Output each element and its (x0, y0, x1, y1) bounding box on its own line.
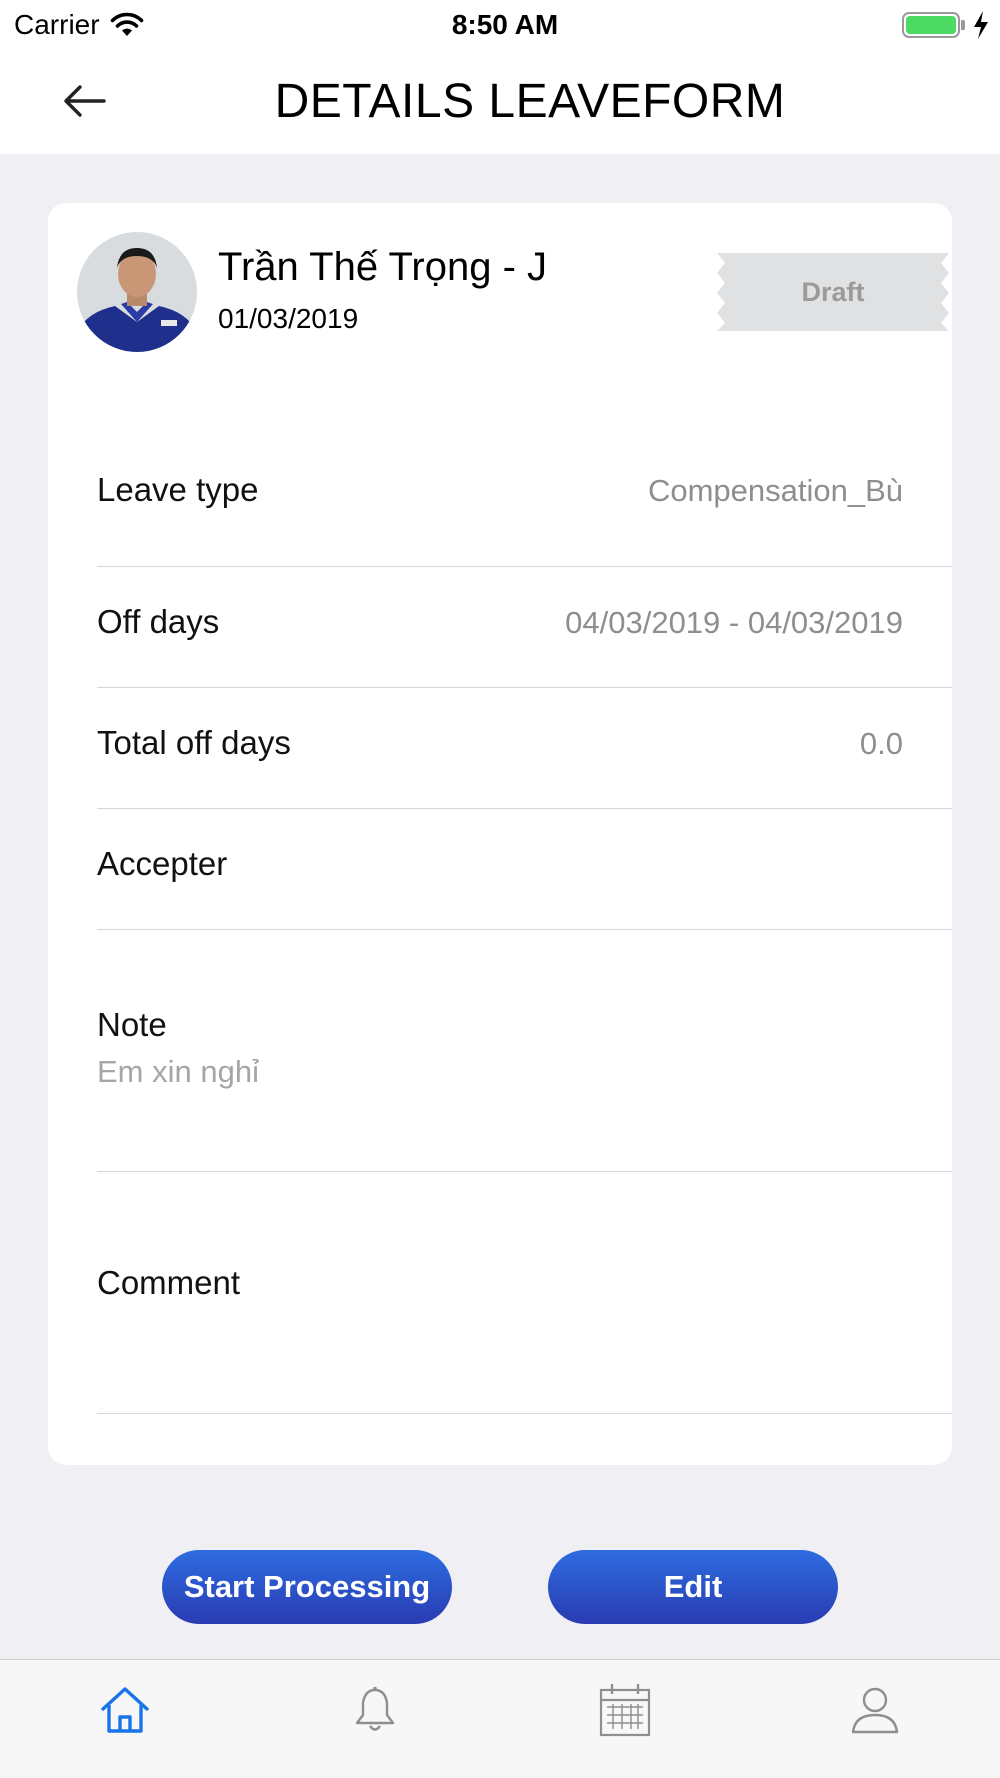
note-value: Em xin nghỉ (97, 1054, 259, 1089)
total-off-days-value: 0.0 (859, 726, 903, 761)
employee-name: Trần Thế Trọng - J (218, 245, 548, 289)
off-days-label: Off days (97, 603, 220, 640)
note-label: Note (97, 1006, 167, 1043)
total-off-days-row: Total off days 0.0 (97, 688, 952, 809)
comment-label: Comment (97, 1264, 241, 1301)
leave-type-label: Leave type (97, 471, 259, 508)
leave-type-value: Compensation_Bù (647, 473, 903, 508)
page-title: DETAILS LEAVEFORM (274, 75, 786, 128)
navigation-bar: DETAILS LEAVEFORM (0, 50, 1000, 154)
charging-bolt-icon (974, 11, 988, 39)
comment-row: Comment (97, 1172, 952, 1414)
employee-date: 01/03/2019 (218, 303, 359, 334)
total-off-days-label: Total off days (97, 724, 291, 761)
status-bar: Carrier 8:50 AM (0, 0, 1000, 50)
battery-icon (902, 12, 960, 38)
status-badge: Draft (717, 253, 949, 331)
user-icon (851, 1687, 899, 1734)
avatar (77, 232, 197, 352)
start-processing-button[interactable]: Start Processing (162, 1550, 452, 1624)
accepter-row: Accepter (97, 809, 952, 930)
status-label: Draft (801, 276, 865, 307)
tab-notifications[interactable] (343, 1678, 407, 1742)
tab-calendar[interactable] (593, 1678, 657, 1742)
calendar-icon (599, 1684, 651, 1737)
off-days-value: 04/03/2019 - 04/03/2019 (565, 605, 903, 640)
tab-home[interactable] (93, 1678, 157, 1742)
off-days-row: Off days 04/03/2019 - 04/03/2019 (97, 567, 952, 688)
note-row: Note Em xin nghỉ (97, 930, 952, 1172)
tab-bar (0, 1659, 1000, 1778)
avatar-photo (77, 232, 197, 352)
bell-icon (355, 1686, 395, 1731)
status-time: 8:50 AM (451, 9, 559, 40)
home-icon (101, 1687, 149, 1733)
edit-button[interactable]: Edit (548, 1550, 838, 1624)
tab-profile[interactable] (843, 1678, 907, 1742)
accepter-label: Accepter (97, 845, 228, 882)
leave-type-row: Leave type Compensation_Bù (97, 419, 952, 567)
leaveform-card: Trần Thế Trọng - J 01/03/2019 Draft Leav… (48, 203, 952, 1465)
